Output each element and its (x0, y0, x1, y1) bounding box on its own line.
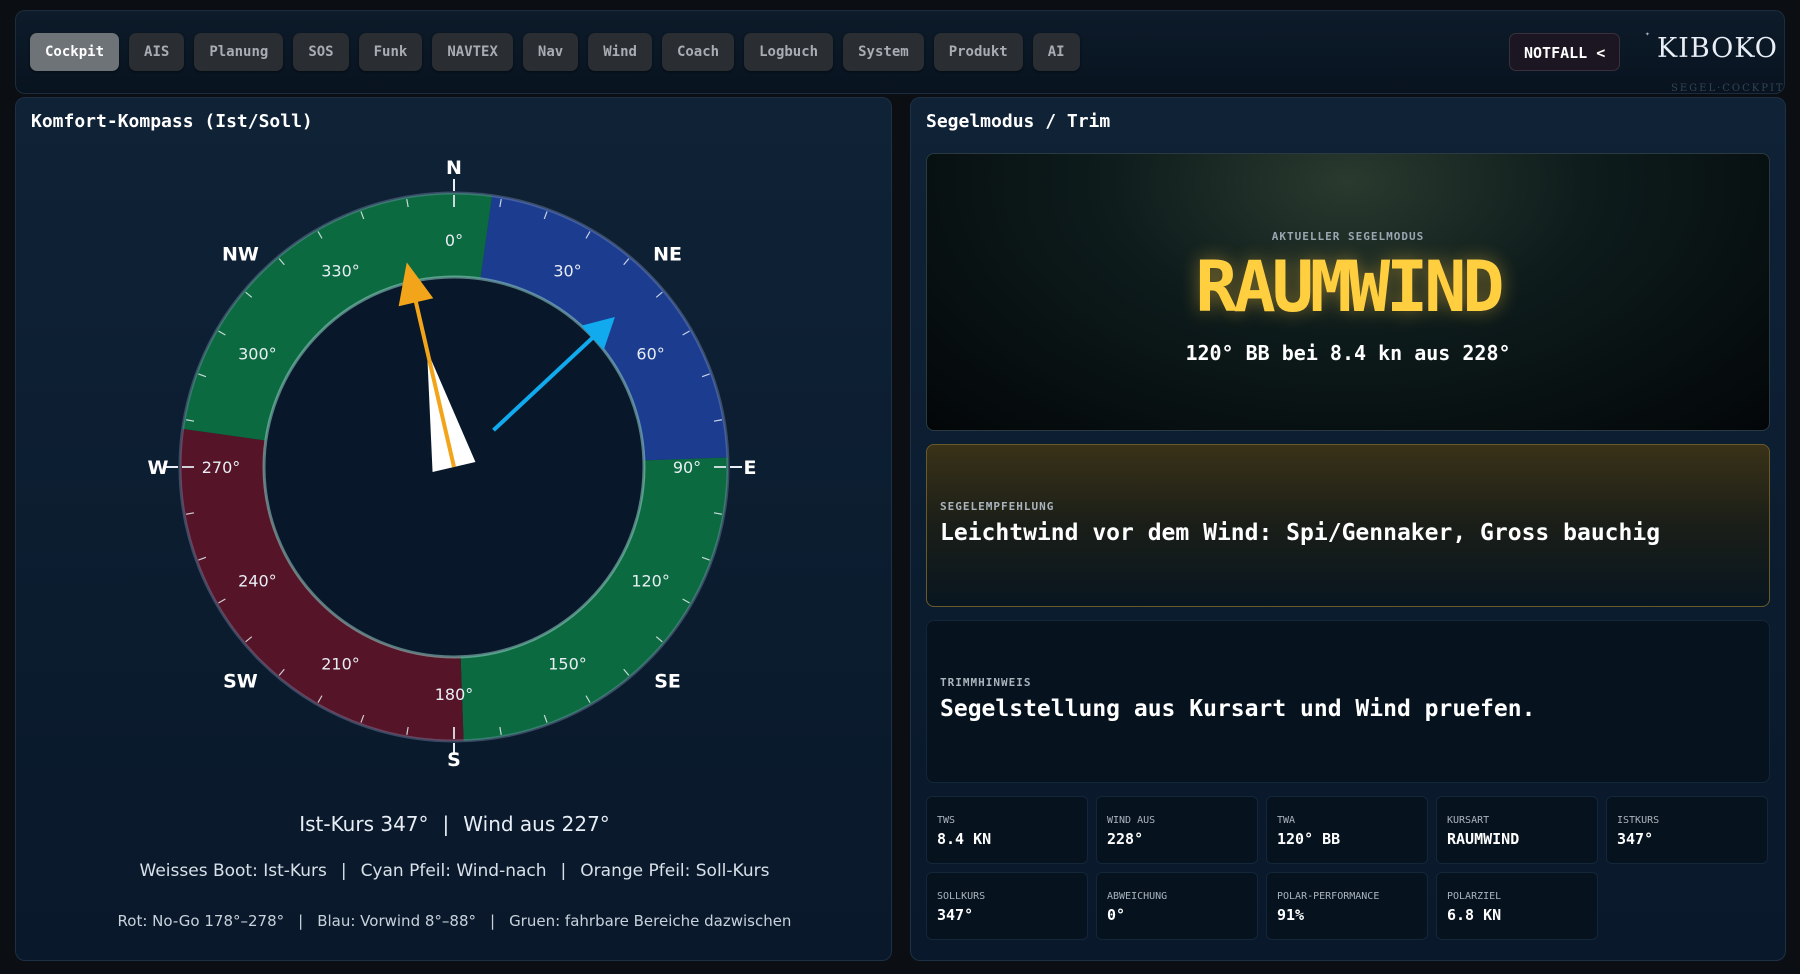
stat-label: SOLLKURS (937, 891, 986, 902)
cardinal-label-ne: NE (653, 243, 682, 265)
trim-label: TRIMMHINWEIS (940, 676, 1032, 689)
stat-tile: POLARZIEL 6.8 KN (1436, 872, 1598, 940)
recommendation-label: SEGELEMPFEHLUNG (940, 500, 1055, 513)
stat-tile: KURSART RAUMWIND (1436, 796, 1598, 864)
comfort-compass: 0° 30° 60° 90° 120° 150° 180° 210° 240° 270° 300° 3… (148, 157, 757, 771)
stat-tile: TWS 8.4 KN (926, 796, 1088, 864)
legend-wind: Cyan Pfeil: Wind-nach (360, 861, 547, 881)
tab-wind[interactable]: Wind (588, 33, 652, 71)
zone-nogo-text: Rot: No-Go 178°–278° (117, 912, 285, 930)
degree-label: 30° (553, 261, 581, 280)
cardinal-label-sw: SW (223, 671, 258, 693)
stat-label: TWS (937, 815, 956, 826)
stat-value: 91% (1277, 906, 1305, 924)
separator: | (442, 812, 450, 836)
degree-label: 330° (321, 261, 360, 280)
stat-value: 120° BB (1277, 830, 1341, 848)
stat-label: TWA (1277, 815, 1296, 826)
stat-label: WIND AUS (1107, 815, 1156, 826)
mode-label: AKTUELLER SEGELMODUS (1271, 230, 1425, 243)
sail-recommendation-card: SEGELEMPFEHLUNG Leichtwind vor dem Wind:… (926, 444, 1770, 607)
tab-system[interactable]: System (843, 33, 924, 71)
degree-label: 0° (445, 231, 463, 250)
stat-label: ABWEICHUNG (1107, 891, 1168, 902)
tab-logbuch[interactable]: Logbuch (744, 33, 834, 71)
stat-label: POLAR-PERFORMANCE (1277, 891, 1380, 902)
separator: | (298, 912, 304, 930)
degree-label: 300° (238, 345, 277, 364)
legend-soll: Orange Pfeil: Soll-Kurs (580, 861, 770, 881)
sail-mode-display: AKTUELLER SEGELMODUS RAUMWIND 120° BB be… (926, 153, 1770, 431)
stat-value: 6.8 KN (1447, 906, 1502, 924)
separator: | (490, 912, 496, 930)
stat-label: POLARZIEL (1447, 891, 1502, 902)
logo-subtitle: SEGEL·COCKPIT (1671, 83, 1785, 94)
tab-funk[interactable]: Funk (358, 33, 423, 71)
trim-hint-card: TRIMMHINWEIS Segelstellung aus Kursart u… (926, 620, 1770, 783)
mode-subtitle: 120° BB bei 8.4 kn aus 228° (1185, 341, 1511, 365)
stat-tile: TWA 120° BB (1266, 796, 1428, 864)
sail-panel-title: Segelmodus / Trim (926, 111, 1111, 132)
top-navigation-bar: Cockpit AIS Planung SOS Funk NAVTEX Nav … (15, 10, 1785, 94)
cardinal-label-e: E (744, 457, 757, 479)
cardinal-label-n: N (446, 157, 462, 179)
nav-tabs: Cockpit AIS Planung SOS Funk NAVTEX Nav … (30, 33, 1080, 71)
tab-ai[interactable]: AI (1032, 33, 1080, 71)
stat-value: 8.4 KN (937, 830, 992, 848)
ist-kurs-text: Ist-Kurs 347° (299, 812, 429, 836)
logo-text: KIBOKO (1657, 33, 1778, 64)
zone-upwind-text: Blau: Vorwind 8°–88° (317, 912, 476, 930)
recommendation-text: Leichtwind vor dem Wind: Spi/Gennaker, G… (940, 520, 1661, 546)
stat-label: ISTKURS (1617, 815, 1660, 826)
stat-tile: ISTKURS 347° (1606, 796, 1768, 864)
separator: | (340, 861, 347, 881)
tab-produkt[interactable]: Produkt (933, 33, 1023, 71)
brand-logo: ✦ KIBOKO SEGEL·COCKPIT (1631, 25, 1783, 95)
stat-label: KURSART (1447, 815, 1490, 826)
emergency-button[interactable]: NOTFALL < (1509, 33, 1621, 71)
stat-tile: ABWEICHUNG 0° (1096, 872, 1258, 940)
wind-from-text: Wind aus 227° (463, 812, 610, 836)
degree-label: 90° (673, 458, 701, 477)
cardinal-label-s: S (447, 749, 461, 771)
stat-value: 347° (937, 906, 974, 924)
tab-nav[interactable]: Nav (522, 33, 579, 71)
degree-label: 210° (321, 655, 360, 674)
degree-label: 120° (631, 572, 670, 591)
stat-tile: SOLLKURS 347° (926, 872, 1088, 940)
mode-value: RAUMWIND (1195, 246, 1504, 328)
stat-value: 228° (1107, 830, 1144, 848)
tab-coach[interactable]: Coach (661, 33, 735, 71)
legend-boat: Weisses Boot: Ist-Kurs (139, 861, 327, 881)
cardinal-label-w: W (148, 457, 169, 479)
stat-tile: POLAR-PERFORMANCE 91% (1266, 872, 1428, 940)
zone-legend: Rot: No-Go 178°–278° | Blau: Vorwind 8°–88… (16, 912, 893, 930)
stat-value: 347° (1617, 830, 1654, 848)
stat-value: RAUMWIND (1447, 830, 1520, 848)
tab-planung[interactable]: Planung (194, 33, 284, 71)
trim-text: Segelstellung aus Kursart und Wind pruef… (940, 696, 1536, 722)
tab-navtex[interactable]: NAVTEX (432, 33, 513, 71)
compass-panel: Komfort-Kompass (Ist/Soll) 0° 30° 60° 90° 12… (15, 97, 892, 961)
stat-tile: WIND AUS 228° (1096, 796, 1258, 864)
degree-label: 60° (636, 345, 664, 364)
cardinal-label-se: SE (654, 671, 681, 693)
cardinal-label-nw: NW (222, 243, 259, 265)
tab-sos[interactable]: SOS (293, 33, 349, 71)
star-icon: ✦ (1645, 29, 1650, 38)
zone-ok-text: Gruen: fahrbare Bereiche dazwischen (509, 912, 792, 930)
degree-label: 150° (548, 655, 587, 674)
stat-value: 0° (1107, 906, 1126, 924)
degree-label: 180° (435, 685, 474, 704)
sail-mode-panel: Segelmodus / Trim AKTUELLER SEGELMODUS R… (910, 97, 1786, 961)
degree-label: 240° (238, 572, 277, 591)
course-wind-readout: Ist-Kurs 347° | Wind aus 227° (16, 812, 893, 836)
separator: | (560, 861, 567, 881)
compass-legend: Weisses Boot: Ist-Kurs | Cyan Pfeil: Wind-… (16, 861, 893, 881)
tab-ais[interactable]: AIS (129, 33, 185, 71)
tab-cockpit[interactable]: Cockpit (30, 33, 120, 71)
degree-label: 270° (202, 458, 241, 477)
